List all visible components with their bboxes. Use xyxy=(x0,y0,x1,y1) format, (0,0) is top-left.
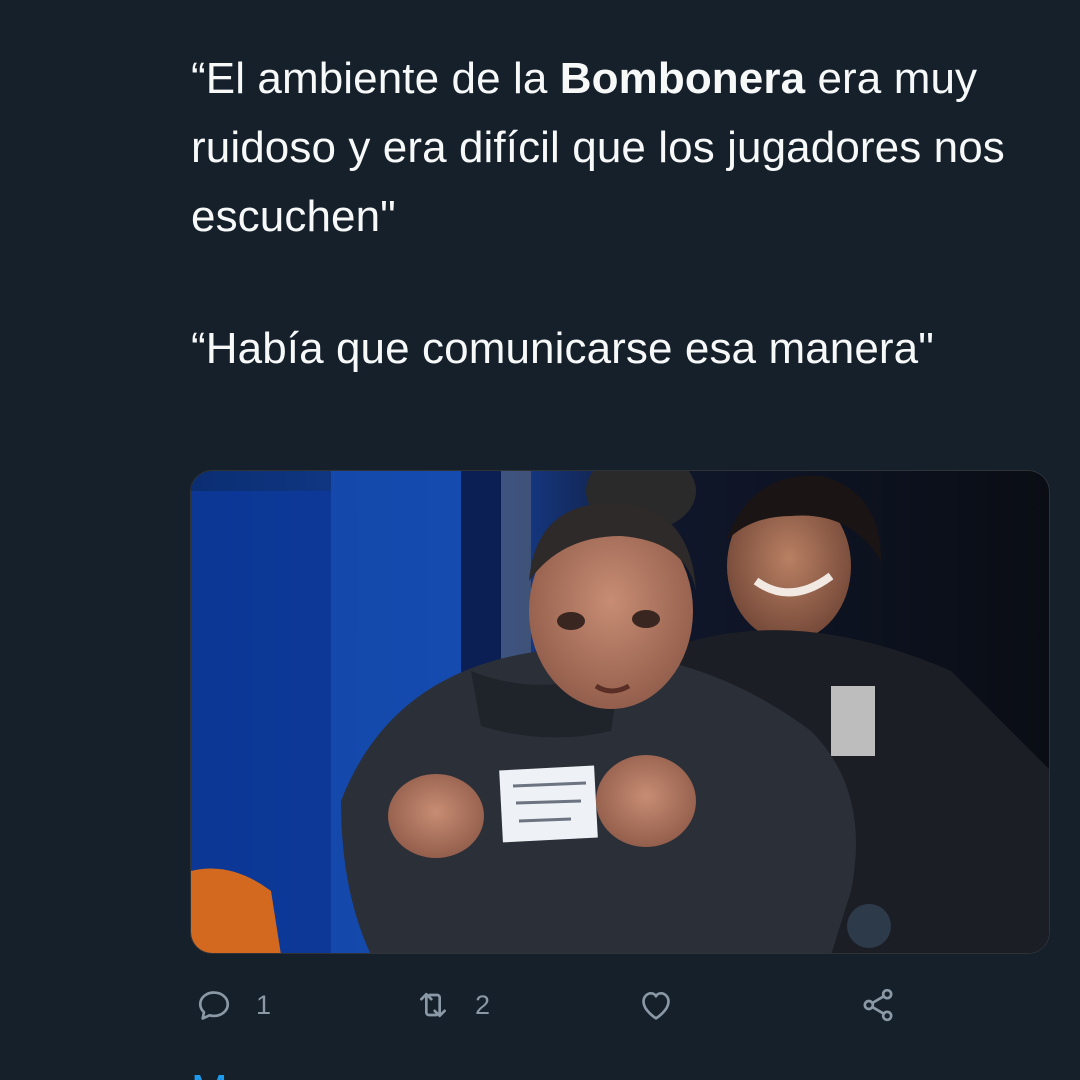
tweet-paragraph-2: “Había que comunicarse esa manera" xyxy=(191,324,934,373)
bombonera-bold: Bombonera xyxy=(559,54,806,103)
retweet-button[interactable]: 2 xyxy=(413,980,490,1030)
tweet: “El ambiente de la Bombonera era muy rui… xyxy=(0,0,1080,1080)
tweet-media-image[interactable] xyxy=(190,470,1050,954)
more-link[interactable]: Mo xyxy=(191,1066,252,1080)
tweet-text-part: “El ambiente de la xyxy=(191,54,560,103)
reply-button[interactable]: 1 xyxy=(194,980,271,1030)
share-icon xyxy=(863,988,893,1022)
tweet-actions: 1 2 xyxy=(190,980,1050,1030)
tweet-paragraph-1: “El ambiente de la Bombonera era muy rui… xyxy=(191,44,1051,251)
retweet-count: 2 xyxy=(475,989,491,1020)
photo-coach-holding-note xyxy=(191,471,1049,953)
reply-icon xyxy=(198,991,230,1020)
retweet-icon xyxy=(420,992,446,1018)
tweet-text: “El ambiente de la Bombonera era muy rui… xyxy=(191,44,1051,383)
share-button[interactable] xyxy=(858,980,898,1030)
reply-count: 1 xyxy=(256,989,272,1020)
heart-icon xyxy=(642,992,670,1020)
like-button[interactable] xyxy=(636,980,676,1030)
